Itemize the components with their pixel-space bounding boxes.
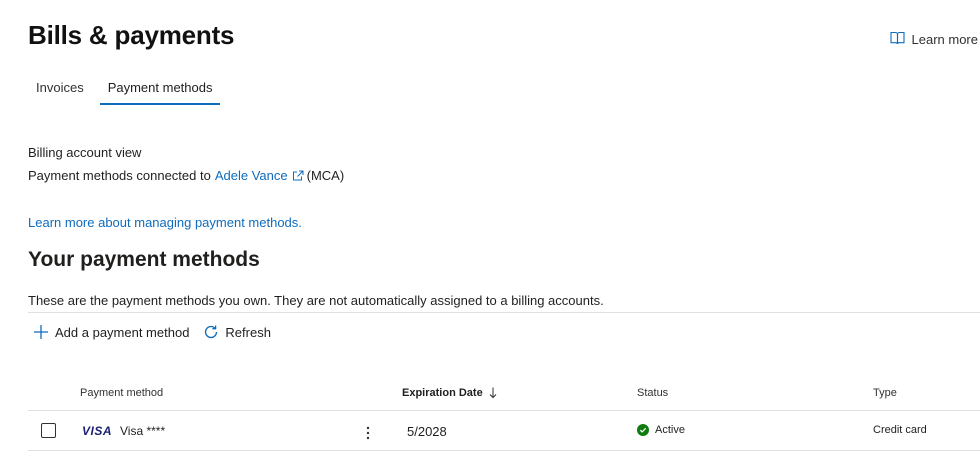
check-circle-icon [637,424,649,436]
toolbar: Add a payment method Refresh [33,324,271,340]
sort-down-icon [489,387,497,399]
manage-payment-methods-link[interactable]: Learn more about managing payment method… [28,215,302,230]
row-checkbox[interactable] [41,423,56,438]
expiration-cell: 5/2028 [407,424,447,439]
header-expiration-label: Expiration Date [402,387,483,399]
page-title: Bills & payments [28,20,235,50]
billing-account-view-label: Billing account view [28,145,142,160]
header-type[interactable]: Type [873,387,897,399]
status-label: Active [655,424,685,436]
header-expiration-date[interactable]: Expiration Date [402,387,497,399]
tab-invoices[interactable]: Invoices [28,80,92,105]
visa-logo-text: VISA [82,424,113,438]
type-cell: Credit card [873,424,927,436]
connected-prefix: Payment methods connected to [28,168,211,183]
add-payment-method-button[interactable]: Add a payment method [33,324,189,340]
section-title: Your payment methods [28,248,260,271]
book-icon [889,31,905,48]
section-description: These are the payment methods you own. T… [28,293,604,308]
header-payment-method[interactable]: Payment method [80,387,163,399]
account-link[interactable]: Adele Vance [215,168,288,183]
external-link-icon[interactable] [292,170,304,181]
add-payment-method-label: Add a payment method [55,324,190,340]
status-cell: Active [637,424,685,436]
tab-payment-methods[interactable]: Payment methods [99,80,221,105]
visa-logo: VISA [82,424,112,438]
divider [28,312,980,313]
refresh-icon [203,324,219,340]
learn-more-button[interactable]: Learn more [889,31,978,48]
payment-method-cell: Visa **** [120,424,166,438]
learn-more-label: Learn more [911,32,978,47]
tab-bar: Invoices Payment methods [28,80,228,105]
more-vertical-icon[interactable] [364,425,372,444]
account-suffix: (MCA) [306,168,345,183]
refresh-label: Refresh [225,324,271,340]
refresh-button[interactable]: Refresh [203,324,271,340]
header-status[interactable]: Status [637,387,668,399]
row-divider [28,450,980,451]
connected-account-line: Payment methods connected to Adele Vance… [28,168,344,183]
header-divider [28,410,980,411]
plus-icon [33,324,49,340]
